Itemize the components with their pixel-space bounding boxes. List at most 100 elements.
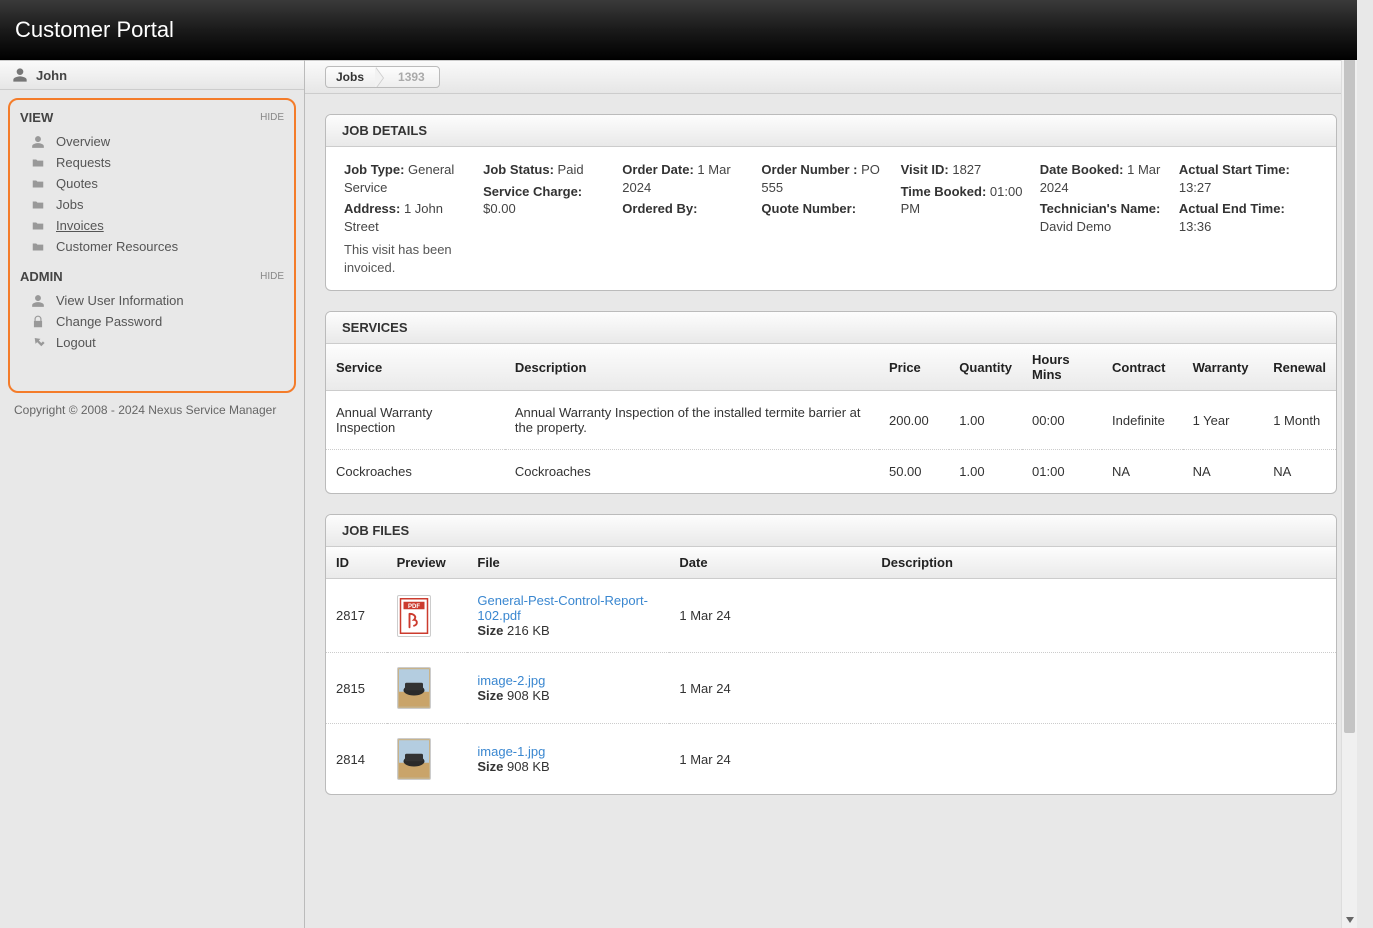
hide-toggle[interactable]: HIDE xyxy=(260,112,284,123)
scroll-down-button[interactable] xyxy=(1342,912,1357,928)
sidebar-item-requests[interactable]: Requests xyxy=(16,152,288,173)
file-date: 1 Mar 24 xyxy=(669,653,871,724)
panel-title: SERVICES xyxy=(326,312,1336,344)
table-header: Description xyxy=(505,344,879,391)
table-cell: 50.00 xyxy=(879,450,949,494)
table-cell: NA xyxy=(1183,450,1264,494)
file-id: 2814 xyxy=(326,724,387,795)
sidebar-item-logout[interactable]: Logout xyxy=(16,332,288,353)
details-key: Technician's Name: xyxy=(1040,201,1161,216)
details-key: Time Booked: xyxy=(901,184,990,199)
table-cell: 1.00 xyxy=(949,450,1022,494)
file-id: 2817 xyxy=(326,579,387,653)
sidebar-item-quotes[interactable]: Quotes xyxy=(16,173,288,194)
table-header: Preview xyxy=(387,547,468,579)
scroll-track[interactable] xyxy=(1342,16,1357,912)
file-preview: PDF xyxy=(387,579,468,653)
table-cell: Cockroaches xyxy=(326,450,505,494)
table-row: Annual Warranty InspectionAnnual Warrant… xyxy=(326,391,1336,450)
sidebar-item-label: Requests xyxy=(56,155,111,170)
main: Jobs 1393 JOB DETAILS Job Type: General … xyxy=(305,0,1357,928)
details-item: Service Charge: $0.00 xyxy=(483,183,612,218)
table-cell: 01:00 xyxy=(1022,450,1102,494)
details-key: Address: xyxy=(344,201,404,216)
table-header: ID xyxy=(326,547,387,579)
breadcrumb: Jobs 1393 xyxy=(325,66,440,88)
table-cell: Cockroaches xyxy=(505,450,879,494)
details-value: David Demo xyxy=(1040,219,1112,234)
file-link[interactable]: image-1.jpg xyxy=(477,744,545,759)
table-cell: NA xyxy=(1102,450,1183,494)
details-col: Date Booked: 1 Mar 2024 Technician's Name… xyxy=(1040,161,1179,276)
file-size: Size 216 KB xyxy=(477,623,659,638)
sidebar: John VIEW HIDE Overview Requests QuotesJob… xyxy=(0,0,305,928)
nav-section-view: VIEW HIDE xyxy=(16,106,288,131)
table-cell: 200.00 xyxy=(879,391,949,450)
pdf-icon[interactable]: PDF xyxy=(397,595,431,637)
table-cell: 00:00 xyxy=(1022,391,1102,450)
table-header: Price xyxy=(879,344,949,391)
folder-icon xyxy=(30,177,46,191)
sidebar-item-invoices[interactable]: Invoices xyxy=(16,215,288,236)
svg-text:PDF: PDF xyxy=(408,604,420,610)
details-item: Job Status: Paid xyxy=(483,161,612,179)
job-files-panel: JOB FILES IDPreviewFileDateDescription 2… xyxy=(325,514,1337,795)
copyright: Copyright © 2008 - 2024 Nexus Service Ma… xyxy=(0,393,304,427)
sidebar-item-change-password[interactable]: Change Password xyxy=(16,311,288,332)
scrollbar[interactable] xyxy=(1341,0,1357,928)
details-key: Date Booked: xyxy=(1040,162,1127,177)
services-table: ServiceDescriptionPriceQuantityHours Min… xyxy=(326,344,1336,493)
table-row: 2814image-1.jpgSize 908 KB1 Mar 24 xyxy=(326,724,1336,795)
table-header: Contract xyxy=(1102,344,1183,391)
sidebar-item-jobs[interactable]: Jobs xyxy=(16,194,288,215)
folder-icon xyxy=(30,219,46,233)
table-header: Date xyxy=(669,547,871,579)
file-description xyxy=(871,653,1336,724)
details-col: Visit ID: 1827 Time Booked: 01:00 PM xyxy=(901,161,1040,276)
job-files-table: IDPreviewFileDateDescription 2817PDFGene… xyxy=(326,547,1336,794)
file-link[interactable]: image-2.jpg xyxy=(477,673,545,688)
sidebar-item-customer-resources[interactable]: Customer Resources xyxy=(16,236,288,257)
file-id: 2815 xyxy=(326,653,387,724)
sidebar-item-overview[interactable]: Overview xyxy=(16,131,288,152)
details-value: $0.00 xyxy=(483,201,516,216)
file-cell: image-2.jpgSize 908 KB xyxy=(467,653,669,724)
details-key: Order Number : xyxy=(761,162,861,177)
user-strip: John xyxy=(0,60,304,90)
file-description xyxy=(871,724,1336,795)
sidebar-item-label: Customer Resources xyxy=(56,239,178,254)
details-key: Actual Start Time: xyxy=(1179,162,1290,177)
file-link[interactable]: General-Pest-Control-Report-102.pdf xyxy=(477,593,648,623)
breadcrumb-root[interactable]: Jobs xyxy=(326,67,378,87)
details-key: Service Charge: xyxy=(483,184,582,199)
details-key: Order Date: xyxy=(622,162,697,177)
nav-section-admin: ADMIN HIDE xyxy=(16,265,288,290)
details-note: This visit has been invoiced. xyxy=(344,241,473,276)
header: Customer Portal xyxy=(0,0,1357,60)
table-header: Renewal xyxy=(1263,344,1336,391)
table-header: Service xyxy=(326,344,505,391)
table-row: 2817 PDF General-Pest-Control-Report-102.p… xyxy=(326,579,1336,653)
file-size: Size 908 KB xyxy=(477,759,659,774)
table-row: 2815 image-2.jpgSize 908 KB1 Mar 24 xyxy=(326,653,1336,724)
details-item: Visit ID: 1827 xyxy=(901,161,1030,179)
details-value: 13:27 xyxy=(1179,180,1212,195)
table-cell: 1 Year xyxy=(1183,391,1264,450)
table-header: Description xyxy=(871,547,1336,579)
image-thumbnail[interactable] xyxy=(397,738,431,780)
sidebar-item-view-user-information[interactable]: View User Information xyxy=(16,290,288,311)
user-icon xyxy=(30,294,46,308)
sidebar-item-label: View User Information xyxy=(56,293,184,308)
details-key: Visit ID: xyxy=(901,162,953,177)
breadcrumb-current: 1393 xyxy=(388,67,439,87)
details-value: Paid xyxy=(558,162,584,177)
details-item: Order Number : PO 555 xyxy=(761,161,890,196)
details-item: Date Booked: 1 Mar 2024 xyxy=(1040,161,1169,196)
scroll-thumb[interactable] xyxy=(1344,16,1355,733)
hide-toggle[interactable]: HIDE xyxy=(260,271,284,282)
chevron-right-icon xyxy=(378,67,388,87)
details-key: Job Type: xyxy=(344,162,408,177)
details-item: Time Booked: 01:00 PM xyxy=(901,183,1030,218)
nav-highlight-box: VIEW HIDE Overview Requests QuotesJobsInvo… xyxy=(8,98,296,393)
image-thumbnail[interactable] xyxy=(397,667,431,709)
